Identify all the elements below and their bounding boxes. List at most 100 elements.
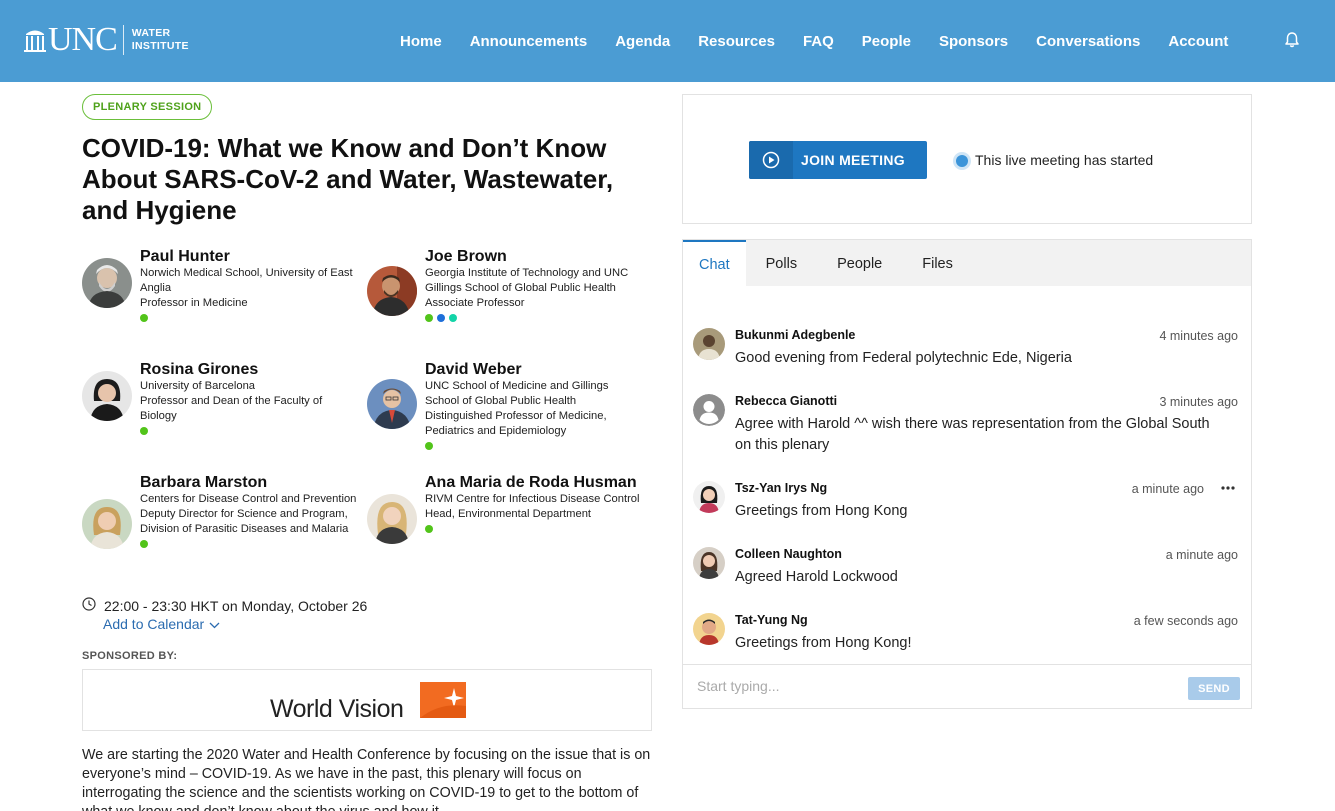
speaker-organization: UNC School of Medicine and Gillings Scho… [425,380,609,407]
speaker-role: Associate Professor [425,297,525,309]
speaker-photo [82,371,132,421]
message-author[interactable]: Bukunmi Adegbenle [735,328,855,342]
speaker-status-dots [425,442,645,450]
speaker-role: Deputy Director for Science and Program,… [140,508,349,535]
tab-files[interactable]: Files [902,240,973,286]
status-dot [449,314,457,322]
speaker-name[interactable]: Barbara Marston [140,474,360,492]
status-dot [425,442,433,450]
message-text: Good evening from Federal polytechnic Ed… [735,350,1072,366]
message-author[interactable]: Tat-Yung Ng [735,613,808,627]
speaker-status-dots [140,314,360,322]
speaker-status-dots [425,314,645,322]
nav-item-faq[interactable]: FAQ [803,33,834,50]
speaker-photo [82,499,132,549]
status-dot [140,427,148,435]
message-text: Agree with Harold ^^ wish there was repr… [735,416,1210,453]
speaker-name[interactable]: Paul Hunter [140,248,360,266]
message-timestamp: 3 minutes ago [1159,395,1238,409]
more-options-icon[interactable] [1219,481,1237,495]
logo-divider [122,25,124,55]
speaker-role: Head, Environmental Department [425,508,592,520]
speaker-photo [367,266,417,316]
tab-chat[interactable]: Chat [683,240,746,286]
nav-item-sponsors[interactable]: Sponsors [939,33,1008,50]
chat-message: Bukunmi Adegbenle 4 minutes ago Good eve… [693,328,1238,378]
chat-message: Tat-Yung Ng a few seconds ago Greetings … [693,613,1238,663]
speaker-photo [367,379,417,429]
speaker-card[interactable]: Barbara Marston Centers for Disease Cont… [82,474,356,584]
unc-water-institute-logo[interactable]: UNC WATER INSTITUTE [24,22,189,58]
sponsor-name: World Vision [270,695,404,723]
status-dot [140,540,148,548]
speaker-card[interactable]: Ana Maria de Roda Husman RIVM Centre for… [367,474,640,574]
speaker-status-dots [425,525,645,533]
speaker-info: Rosina Girones University of Barcelona P… [140,361,360,435]
nav-item-agenda[interactable]: Agenda [615,33,670,50]
world-vision-star-icon [420,682,466,718]
bell-icon[interactable] [1283,31,1301,49]
user-avatar[interactable] [693,547,725,579]
default-user-icon[interactable] [693,394,725,426]
nav-item-announcements[interactable]: Announcements [470,33,588,50]
logo-sub-line-1: WATER [131,27,171,39]
chat-input[interactable] [697,675,1177,697]
message-timestamp: a minute ago [1131,482,1204,496]
session-time: 22:00 - 23:30 HKT on Monday, October 26 [82,597,367,614]
nav-item-people[interactable]: People [862,33,911,50]
speaker-photo [82,258,132,308]
speaker-info: Ana Maria de Roda Husman RIVM Centre for… [425,474,645,533]
speaker-organization: Centers for Disease Control and Preventi… [140,493,357,505]
speaker-card[interactable]: Paul Hunter Norwich Medical School, Univ… [82,248,353,328]
add-to-calendar-link[interactable]: Add to Calendar [103,616,220,632]
speaker-status-dots [140,540,360,548]
speaker-card[interactable]: David Weber UNC School of Medicine and G… [367,361,637,456]
tab-polls[interactable]: Polls [746,240,817,286]
speaker-name[interactable]: Joe Brown [425,248,645,266]
message-timestamp: a minute ago [1165,548,1238,562]
speaker-info: Paul Hunter Norwich Medical School, Univ… [140,248,360,322]
user-avatar[interactable] [693,481,725,513]
user-avatar[interactable] [693,613,725,645]
play-icon [749,141,793,179]
speaker-info: David Weber UNC School of Medicine and G… [425,361,645,450]
speaker-card[interactable]: Joe Brown Georgia Institute of Technolog… [367,248,637,343]
speaker-info: Barbara Marston Centers for Disease Cont… [140,474,360,548]
chat-message: Tsz-Yan Irys Ng a minute ago Greetings f… [693,481,1238,531]
status-dot [437,314,445,322]
session-type-badge: PLENARY SESSION [82,94,213,120]
join-meeting-button[interactable]: JOIN MEETING [749,141,927,179]
speaker-name[interactable]: David Weber [425,361,645,379]
nav-item-resources[interactable]: Resources [698,33,775,50]
add-to-calendar-label: Add to Calendar [103,616,205,632]
sponsor-box[interactable]: World Vision [82,669,652,731]
speaker-organization: Georgia Institute of Technology and UNC … [425,267,629,294]
live-indicator-dot [956,155,968,167]
nav-item-account[interactable]: Account [1168,33,1228,50]
old-well-icon [24,27,46,53]
speaker-role: Professor in Medicine [140,297,248,309]
speaker-name[interactable]: Rosina Girones [140,361,360,379]
status-dot [425,525,433,533]
chat-tabs: Chat Polls People Files [683,240,1251,286]
speaker-card[interactable]: Rosina Girones University of Barcelona P… [82,361,352,441]
message-text: Greetings from Hong Kong! [735,635,912,651]
message-timestamp: 4 minutes ago [1159,329,1238,343]
message-author[interactable]: Colleen Naughton [735,547,842,561]
world-vision-logo: World Vision [270,682,466,723]
tab-people[interactable]: People [817,240,902,286]
message-author[interactable]: Rebecca Gianotti [735,394,837,408]
nav-item-home[interactable]: Home [400,33,442,50]
message-text: Agreed Harold Lockwood [735,569,898,585]
nav-item-conversations[interactable]: Conversations [1036,33,1140,50]
user-avatar[interactable] [693,328,725,360]
message-author[interactable]: Tsz-Yan Irys Ng [735,481,827,495]
speaker-organization: University of Barcelona [140,380,256,392]
speaker-organization: Norwich Medical School, University of Ea… [140,267,353,294]
send-button[interactable]: SEND [1188,677,1240,700]
status-dot [425,314,433,322]
speaker-name[interactable]: Ana Maria de Roda Husman [425,474,645,492]
chevron-down-icon [204,616,220,632]
logo-sub-line-2: INSTITUTE [131,40,189,52]
meeting-status-text: This live meeting has started [975,152,1154,168]
